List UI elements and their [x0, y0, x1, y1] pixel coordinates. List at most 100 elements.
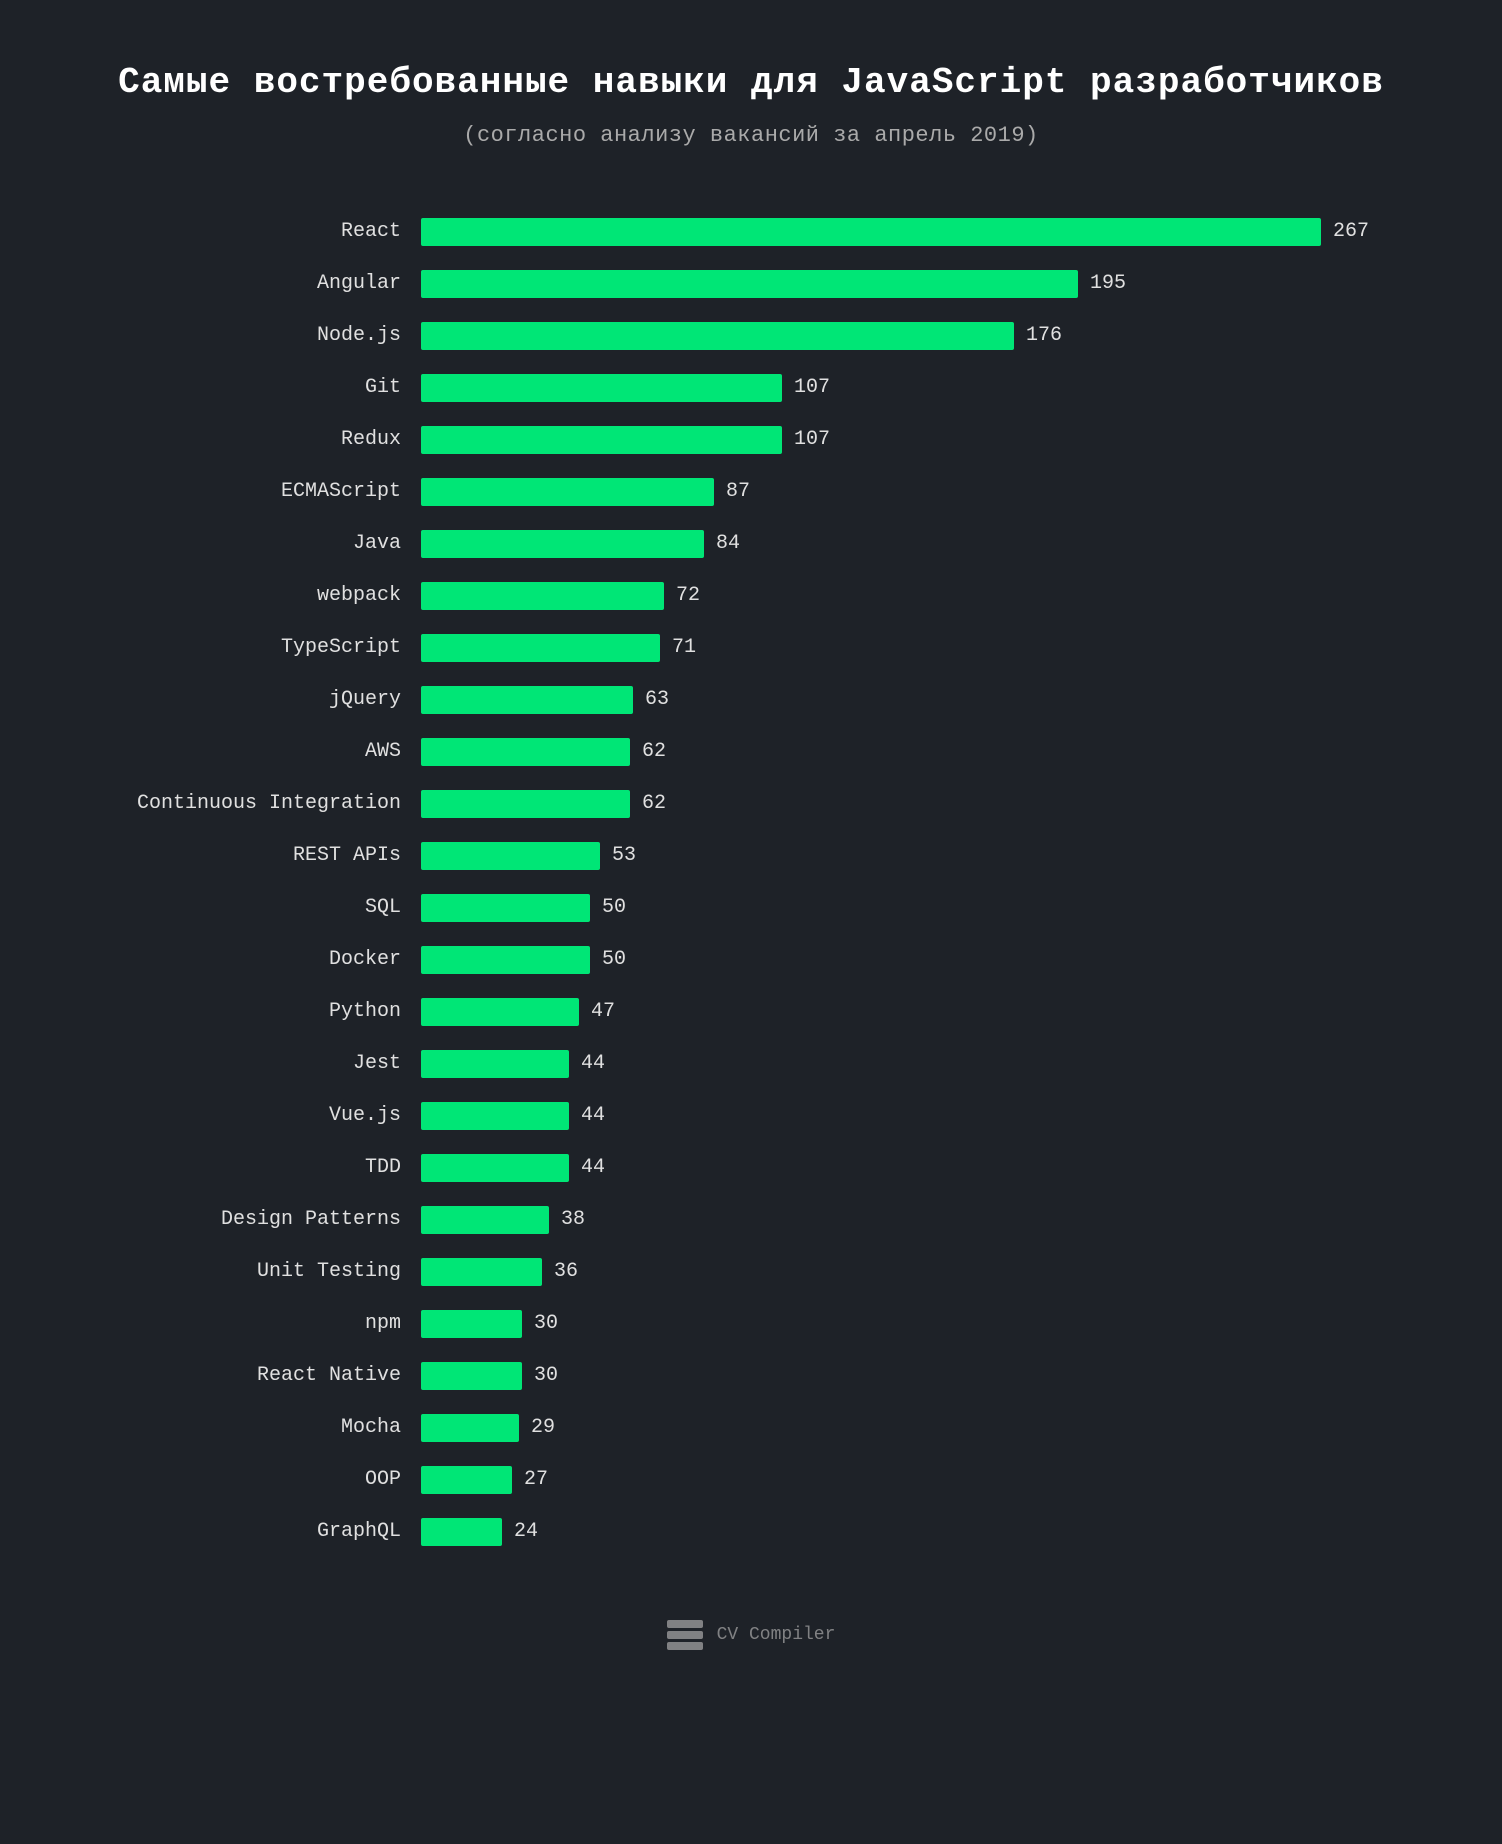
bar-wrapper: 53 — [421, 842, 1401, 870]
stack-icon — [667, 1620, 703, 1650]
bar-fill — [421, 426, 782, 454]
bar-row: Java84 — [101, 520, 1401, 568]
bar-label: Jest — [101, 1052, 421, 1075]
bar-label: SQL — [101, 896, 421, 919]
bar-value: 62 — [642, 792, 666, 815]
bar-fill — [421, 582, 664, 610]
footer: CV Compiler — [667, 1620, 836, 1650]
bar-wrapper: 195 — [421, 270, 1401, 298]
bar-label: webpack — [101, 584, 421, 607]
bar-value: 71 — [672, 636, 696, 659]
bar-label: npm — [101, 1312, 421, 1335]
bar-fill — [421, 374, 782, 402]
bar-row: webpack 72 — [101, 572, 1401, 620]
bar-wrapper: 87 — [421, 478, 1401, 506]
bar-value: 44 — [581, 1052, 605, 1075]
bar-label: jQuery — [101, 688, 421, 711]
bar-label: Design Patterns — [101, 1208, 421, 1231]
bar-wrapper: 36 — [421, 1258, 1401, 1286]
bar-fill — [421, 530, 704, 558]
brand-name: CV Compiler — [717, 1625, 836, 1645]
bar-label: Redux — [101, 428, 421, 451]
bar-label: Java — [101, 532, 421, 555]
bar-wrapper: 24 — [421, 1518, 1401, 1546]
bar-fill — [421, 1154, 569, 1182]
bar-value: 50 — [602, 948, 626, 971]
bar-label: Node.js — [101, 324, 421, 347]
bar-row: Git 107 — [101, 364, 1401, 412]
bar-fill — [421, 270, 1078, 298]
bar-label: Continuous Integration — [101, 792, 421, 815]
bar-value: 107 — [794, 428, 830, 451]
bar-label: Angular — [101, 272, 421, 295]
bar-label: React Native — [101, 1364, 421, 1387]
page-title: Самые востребованные навыки для JavaScri… — [118, 60, 1384, 107]
bar-wrapper: 62 — [421, 790, 1401, 818]
bar-wrapper: 72 — [421, 582, 1401, 610]
bar-row: ECMAScript 87 — [101, 468, 1401, 516]
bar-fill — [421, 946, 590, 974]
bar-wrapper: 30 — [421, 1362, 1401, 1390]
bar-row: Python47 — [101, 988, 1401, 1036]
bar-fill — [421, 478, 714, 506]
bar-value: 29 — [531, 1416, 555, 1439]
bar-label: Unit Testing — [101, 1260, 421, 1283]
bar-label: Docker — [101, 948, 421, 971]
bar-wrapper: 29 — [421, 1414, 1401, 1442]
bar-row: Vue.js 44 — [101, 1092, 1401, 1140]
bar-fill — [421, 322, 1014, 350]
bar-wrapper: 44 — [421, 1050, 1401, 1078]
bar-wrapper: 50 — [421, 946, 1401, 974]
bar-value: 50 — [602, 896, 626, 919]
bar-row: Docker 50 — [101, 936, 1401, 984]
bar-fill — [421, 1414, 519, 1442]
bar-value: 53 — [612, 844, 636, 867]
bar-value: 24 — [514, 1520, 538, 1543]
bar-value: 27 — [524, 1468, 548, 1491]
bar-row: GraphQL 24 — [101, 1508, 1401, 1556]
bar-value: 30 — [534, 1364, 558, 1387]
bar-wrapper: 84 — [421, 530, 1401, 558]
bar-label: Git — [101, 376, 421, 399]
bar-row: REST APIs53 — [101, 832, 1401, 880]
bar-wrapper: 27 — [421, 1466, 1401, 1494]
bar-fill — [421, 1518, 502, 1546]
bar-value: 72 — [676, 584, 700, 607]
bar-fill — [421, 634, 660, 662]
bar-value: 87 — [726, 480, 750, 503]
bar-fill — [421, 1466, 512, 1494]
bar-wrapper: 47 — [421, 998, 1401, 1026]
bar-row: Mocha 29 — [101, 1404, 1401, 1452]
bar-label: GraphQL — [101, 1520, 421, 1543]
bar-row: Jest 44 — [101, 1040, 1401, 1088]
bar-label: Vue.js — [101, 1104, 421, 1127]
bar-row: OOP 27 — [101, 1456, 1401, 1504]
bar-label: OOP — [101, 1468, 421, 1491]
bar-value: 107 — [794, 376, 830, 399]
bar-row: Design Patterns38 — [101, 1196, 1401, 1244]
bar-row: AWS62 — [101, 728, 1401, 776]
bar-row: TDD44 — [101, 1144, 1401, 1192]
page-subtitle: (согласно анализу вакансий за апрель 201… — [463, 123, 1039, 148]
bar-wrapper: 71 — [421, 634, 1401, 662]
bar-row: React Native 30 — [101, 1352, 1401, 1400]
bar-label: Mocha — [101, 1416, 421, 1439]
bar-row: SQL 50 — [101, 884, 1401, 932]
chart: React267Angular195Node.js176Git107Redux1… — [101, 208, 1401, 1560]
bar-row: React267 — [101, 208, 1401, 256]
bar-fill — [421, 1050, 569, 1078]
bar-value: 44 — [581, 1156, 605, 1179]
bar-fill — [421, 1310, 522, 1338]
bar-wrapper: 44 — [421, 1154, 1401, 1182]
bar-wrapper: 38 — [421, 1206, 1401, 1234]
bar-value: 44 — [581, 1104, 605, 1127]
bar-wrapper: 50 — [421, 894, 1401, 922]
bar-fill — [421, 790, 630, 818]
bar-wrapper: 63 — [421, 686, 1401, 714]
bar-label: Python — [101, 1000, 421, 1023]
bar-fill — [421, 998, 579, 1026]
bar-value: 267 — [1333, 220, 1369, 243]
bar-value: 36 — [554, 1260, 578, 1283]
bar-label: ECMAScript — [101, 480, 421, 503]
bar-fill — [421, 686, 633, 714]
